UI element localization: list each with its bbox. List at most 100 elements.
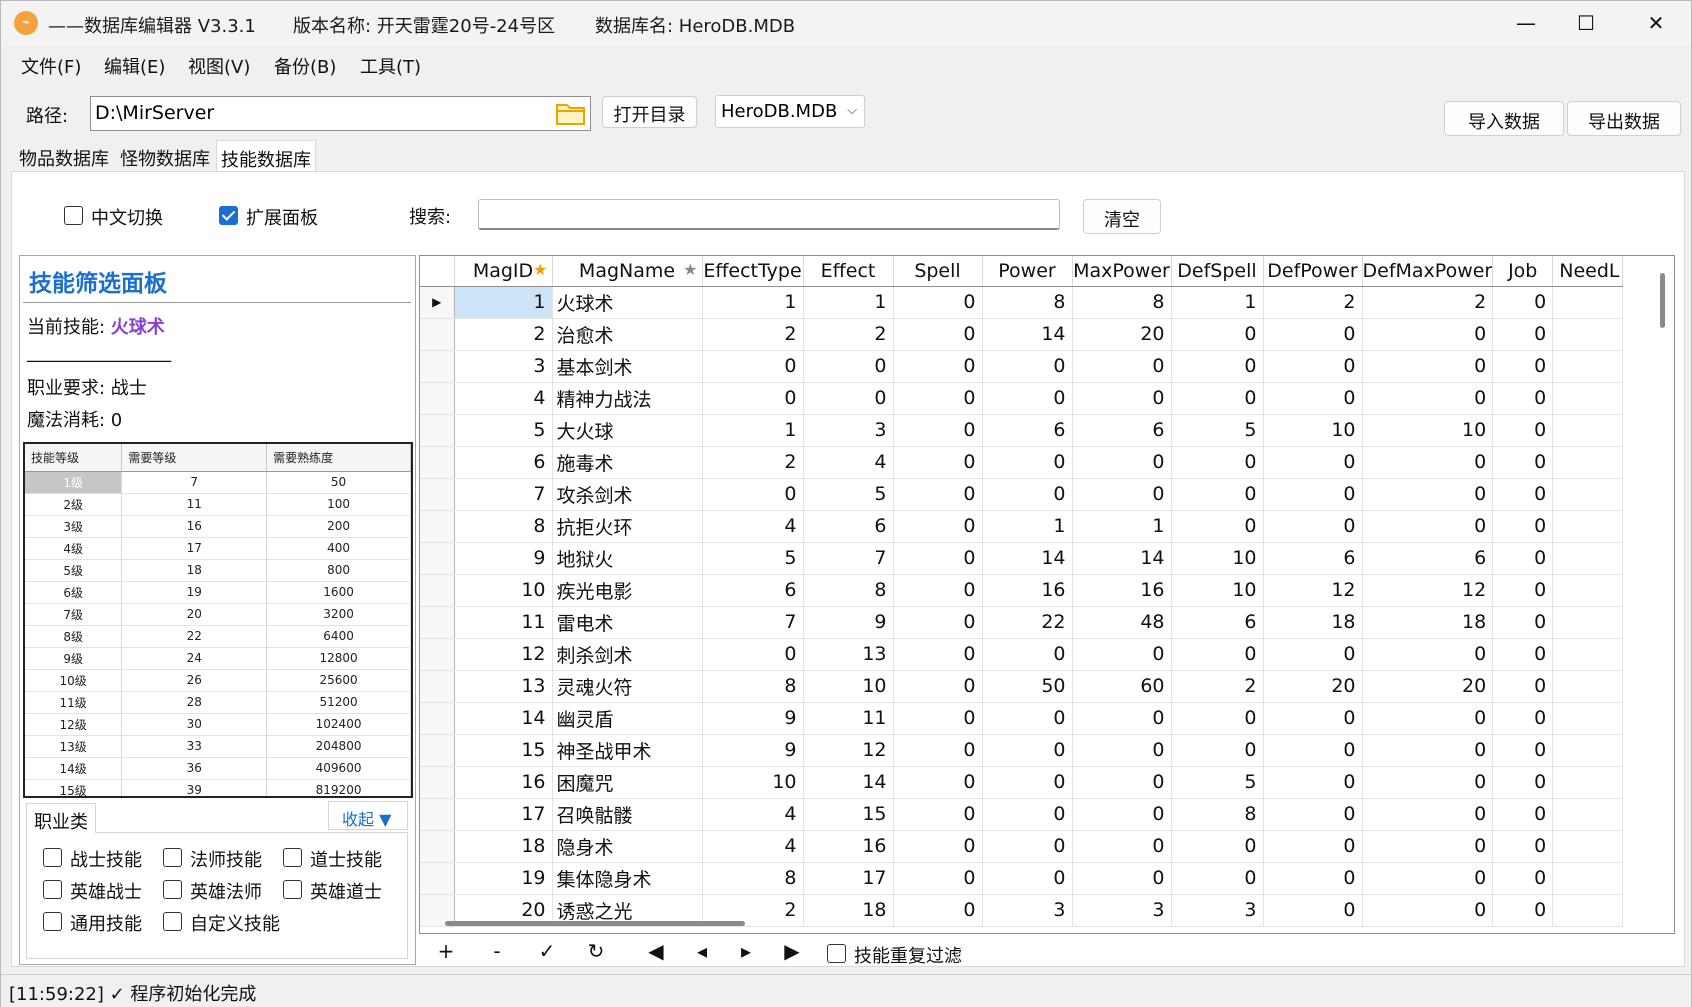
table-cell[interactable]: 6 xyxy=(702,574,804,607)
table-cell[interactable]: 6 xyxy=(454,446,553,479)
menu-file[interactable]: 文件(F) xyxy=(21,53,81,79)
table-cell[interactable]: 地狱火 xyxy=(552,542,703,575)
table-cell[interactable]: 1 xyxy=(702,286,804,319)
table-cell[interactable]: 0 xyxy=(893,606,983,639)
table-cell[interactable]: 3 xyxy=(982,894,1073,927)
level-cell[interactable]: 1600 xyxy=(266,581,411,604)
table-cell[interactable]: 3 xyxy=(454,350,553,383)
table-cell[interactable]: 隐身术 xyxy=(552,830,703,863)
table-cell[interactable]: 0 xyxy=(893,670,983,703)
table-cell[interactable]: 0 xyxy=(982,478,1073,511)
database-select[interactable]: HeroDB.MDB ⌵ xyxy=(715,95,865,128)
table-cell[interactable] xyxy=(1552,478,1624,511)
table-cell[interactable]: 治愈术 xyxy=(552,318,703,351)
table-cell[interactable] xyxy=(1552,702,1624,735)
level-row[interactable]: 7级 20 3200 xyxy=(25,603,411,626)
table-cell[interactable]: 0 xyxy=(1171,638,1264,671)
table-cell[interactable]: 12 xyxy=(803,734,894,767)
collapse-button[interactable]: 收起 ▼ xyxy=(328,801,408,830)
warrior-skills-checkbox[interactable] xyxy=(43,848,62,867)
table-cell[interactable]: 0 xyxy=(893,350,983,383)
table-cell[interactable]: 0 xyxy=(1492,478,1554,511)
table-cell[interactable]: 8 xyxy=(454,510,553,543)
table-cell[interactable]: 0 xyxy=(1072,382,1172,415)
table-cell[interactable]: 0 xyxy=(1263,894,1363,927)
level-cell[interactable]: 24 xyxy=(121,647,268,670)
table-cell[interactable]: 0 xyxy=(1362,638,1494,671)
menu-view[interactable]: 视图(V) xyxy=(188,53,250,79)
table-cell[interactable]: 0 xyxy=(1072,766,1172,799)
table-cell[interactable]: 0 xyxy=(1492,606,1554,639)
table-cell[interactable]: 0 xyxy=(1362,478,1494,511)
table-cell[interactable]: 11 xyxy=(803,702,894,735)
column-header-effecttype[interactable]: EffectType xyxy=(702,256,804,287)
table-cell[interactable]: 14 xyxy=(1072,542,1172,575)
table-cell[interactable]: 0 xyxy=(1072,830,1172,863)
table-cell[interactable]: 0 xyxy=(1362,830,1494,863)
column-header-power[interactable]: Power xyxy=(982,256,1073,287)
level-cell[interactable]: 12800 xyxy=(266,647,411,670)
column-header-defmaxpower[interactable]: DefMaxPower xyxy=(1362,256,1494,287)
tab-items[interactable]: 物品数据库 xyxy=(15,140,113,172)
table-cell[interactable]: 0 xyxy=(893,414,983,447)
table-cell[interactable]: 0 xyxy=(893,542,983,575)
level-row[interactable]: 10级 26 25600 xyxy=(25,669,411,692)
table-cell[interactable]: 0 xyxy=(1072,702,1172,735)
tab-monsters[interactable]: 怪物数据库 xyxy=(116,140,214,172)
table-cell[interactable]: 1 xyxy=(803,286,894,319)
table-cell[interactable]: 0 xyxy=(702,478,804,511)
table-cell[interactable]: 0 xyxy=(1171,830,1264,863)
level-row[interactable]: 12级 30 102400 xyxy=(25,713,411,736)
table-cell[interactable]: 4 xyxy=(454,382,553,415)
table-cell[interactable] xyxy=(1552,606,1624,639)
menu-edit[interactable]: 编辑(E) xyxy=(104,53,165,79)
table-cell[interactable] xyxy=(1552,350,1624,383)
table-cell[interactable]: 12 xyxy=(454,638,553,671)
table-cell[interactable]: 20 xyxy=(1263,670,1363,703)
table-cell[interactable]: 0 xyxy=(893,702,983,735)
table-row[interactable]: 14 幽灵盾 9 11 0 0 0 0 0 0 0 xyxy=(420,702,1624,735)
level-cell[interactable]: 26 xyxy=(121,669,268,692)
table-cell[interactable]: 0 xyxy=(893,830,983,863)
table-cell[interactable]: 10 xyxy=(803,670,894,703)
table-cell[interactable]: 3 xyxy=(1072,894,1172,927)
level-cell[interactable]: 102400 xyxy=(266,713,411,736)
maximize-button[interactable]: ☐ xyxy=(1551,1,1621,45)
table-cell[interactable]: 5 xyxy=(1171,766,1264,799)
row-header[interactable] xyxy=(420,606,455,639)
table-cell[interactable] xyxy=(1552,894,1624,927)
level-cell[interactable]: 7 xyxy=(121,471,268,494)
column-header[interactable]: 需要熟练度 xyxy=(266,444,411,472)
table-cell[interactable]: 0 xyxy=(1072,734,1172,767)
level-cell[interactable]: 16 xyxy=(121,515,268,538)
level-row[interactable]: 5级 18 800 xyxy=(25,559,411,582)
level-cell[interactable]: 39 xyxy=(121,779,268,796)
table-cell[interactable]: 15 xyxy=(803,798,894,831)
level-cell[interactable]: 5级 xyxy=(25,559,123,582)
table-cell[interactable]: 14 xyxy=(454,702,553,735)
table-cell[interactable]: 0 xyxy=(982,702,1073,735)
level-cell[interactable]: 18 xyxy=(121,559,268,582)
row-header[interactable] xyxy=(420,414,455,447)
level-row[interactable]: 13级 33 204800 xyxy=(25,735,411,758)
open-directory-button[interactable]: 打开目录 xyxy=(602,96,697,128)
level-cell[interactable]: 819200 xyxy=(266,779,411,796)
table-cell[interactable]: 0 xyxy=(803,350,894,383)
table-cell[interactable]: 5 xyxy=(454,414,553,447)
table-cell[interactable]: 2 xyxy=(1362,286,1494,319)
table-cell[interactable]: 0 xyxy=(1263,350,1363,383)
table-cell[interactable]: 8 xyxy=(1072,286,1172,319)
row-header[interactable] xyxy=(420,862,455,895)
table-row[interactable]: 4 精神力战法 0 0 0 0 0 0 0 0 0 xyxy=(420,382,1624,415)
table-cell[interactable]: 50 xyxy=(982,670,1073,703)
table-cell[interactable]: 0 xyxy=(803,382,894,415)
column-header[interactable]: 需要等级 xyxy=(121,444,268,472)
table-cell[interactable]: 0 xyxy=(1362,702,1494,735)
row-header[interactable] xyxy=(420,830,455,863)
table-cell[interactable]: 0 xyxy=(1492,670,1554,703)
custom-skills-checkbox[interactable] xyxy=(163,912,182,931)
table-cell[interactable]: 0 xyxy=(1492,766,1554,799)
level-cell[interactable]: 22 xyxy=(121,625,268,648)
table-cell[interactable]: 0 xyxy=(1263,734,1363,767)
table-cell[interactable]: 0 xyxy=(1492,286,1554,319)
